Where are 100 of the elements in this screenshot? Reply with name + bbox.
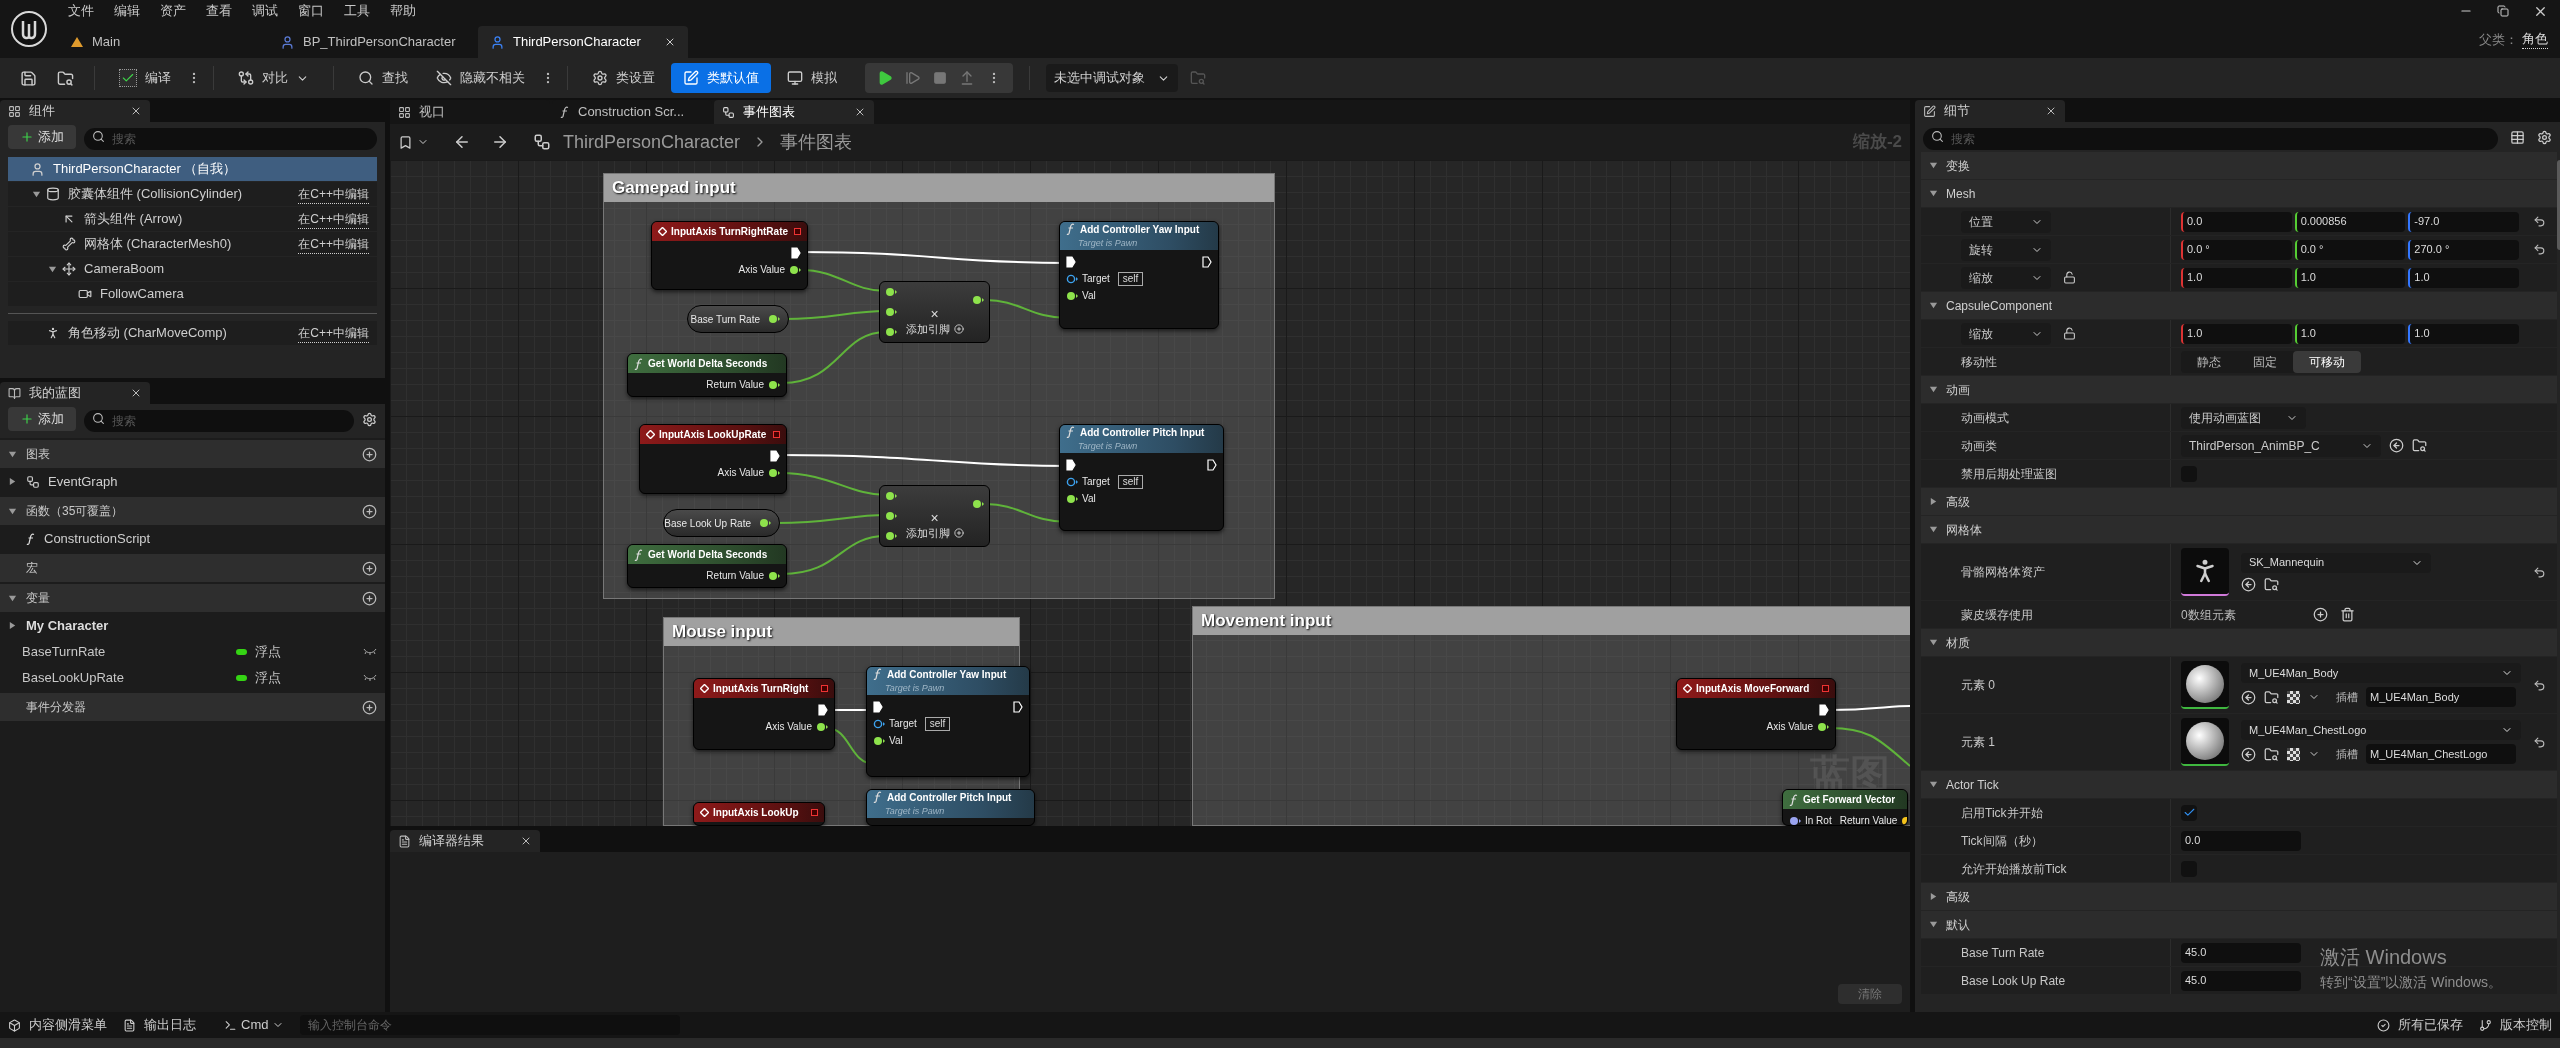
- delegate-pin-icon[interactable]: [794, 228, 801, 235]
- close-icon[interactable]: [854, 106, 866, 118]
- search-field[interactable]: 搜索: [84, 410, 354, 432]
- expanded-caret-icon[interactable]: [8, 449, 17, 459]
- browse-icon[interactable]: [2264, 746, 2279, 762]
- toolbar-button[interactable]: 查找: [346, 63, 420, 93]
- content-drawer-button[interactable]: 内容侧滑菜单: [8, 1015, 107, 1035]
- play-icon[interactable]: [877, 70, 893, 86]
- save-icon[interactable]: [20, 69, 37, 87]
- edit-in-cpp-link[interactable]: 在C++中编辑: [298, 184, 369, 204]
- component-row[interactable]: FollowCamera: [8, 282, 377, 306]
- expanded-caret-icon[interactable]: [1929, 189, 1938, 198]
- add-circle-icon[interactable]: [362, 503, 377, 519]
- expanded-caret-icon[interactable]: [8, 593, 17, 603]
- section-header[interactable]: 变量: [0, 584, 385, 612]
- exec-pin-connected-icon[interactable]: [770, 449, 780, 462]
- multiply-node[interactable]: × 添加引脚: [879, 281, 990, 343]
- category-header[interactable]: 高级: [1921, 488, 2557, 515]
- data-pin-icon[interactable]: [816, 721, 828, 732]
- reset-icon[interactable]: [2532, 243, 2546, 256]
- number-field[interactable]: 0.0: [2181, 211, 2292, 232]
- forward-icon[interactable]: [491, 133, 509, 151]
- variable-row[interactable]: BaseTurnRate 浮点: [0, 639, 385, 665]
- multiply-node[interactable]: × 添加引脚: [879, 485, 990, 547]
- mobility-option[interactable]: 可移动: [2293, 350, 2361, 373]
- edit-in-cpp-link[interactable]: 在C++中编辑: [298, 209, 369, 229]
- document-tab[interactable]: ThirdPersonCharacter: [478, 26, 688, 58]
- slot-field[interactable]: M_UE4Man_Body: [2366, 687, 2516, 707]
- browse-icon[interactable]: [2264, 689, 2279, 705]
- component-row[interactable]: 胶囊体组件 (CollisionCylinder) 在C++中编辑: [8, 182, 377, 206]
- transform-mode-dropdown[interactable]: 缩放: [1961, 266, 2051, 289]
- delegate-pin-icon[interactable]: [811, 809, 818, 816]
- breadcrumb-item[interactable]: 事件图表: [780, 128, 853, 156]
- use-selected-icon[interactable]: [2241, 746, 2256, 762]
- number-field[interactable]: 1.0: [2408, 323, 2519, 344]
- data-pin-icon[interactable]: [885, 287, 897, 297]
- data-pin-icon[interactable]: [1817, 721, 1829, 732]
- expanded-caret-icon[interactable]: [1929, 780, 1938, 789]
- panel-tab[interactable]: 组件: [0, 100, 150, 122]
- delegate-pin-icon[interactable]: [773, 431, 780, 438]
- number-field[interactable]: 0.000856: [2294, 211, 2406, 232]
- object-pin-icon[interactable]: [1066, 476, 1078, 487]
- browse-icon[interactable]: [2412, 438, 2427, 453]
- asset-dropdown[interactable]: M_UE4Man_Body: [2241, 663, 2521, 683]
- table-icon[interactable]: [2510, 129, 2525, 145]
- editor-tab[interactable]: 事件图表: [714, 100, 874, 124]
- material-thumbnail[interactable]: [2181, 718, 2229, 766]
- mobility-option[interactable]: 固定: [2237, 350, 2293, 373]
- toolbar-button[interactable]: 类默认值: [671, 63, 771, 93]
- source-control-button[interactable]: 版本控制: [2479, 1015, 2552, 1035]
- debug-target-dropdown[interactable]: 未选中调试对象: [1046, 64, 1178, 92]
- function-node[interactable]: Get Forward Vector In Rot Return Value: [1782, 789, 1908, 826]
- close-icon[interactable]: [664, 36, 676, 48]
- breadcrumb-item[interactable]: ThirdPersonCharacter: [563, 128, 741, 156]
- exec-pin-connected-icon[interactable]: [791, 246, 801, 259]
- reset-icon[interactable]: [2532, 735, 2546, 749]
- parent-class-link[interactable]: 角色: [2522, 28, 2548, 49]
- settings-icon[interactable]: [362, 411, 377, 427]
- data-pin-icon[interactable]: [789, 264, 801, 275]
- panel-tab[interactable]: 细节: [1915, 100, 2065, 122]
- category-header[interactable]: Actor Tick: [1921, 771, 2557, 798]
- add-element-icon[interactable]: [2313, 607, 2328, 622]
- category-header[interactable]: Mesh: [1921, 180, 2557, 207]
- add-circle-icon[interactable]: [362, 699, 377, 715]
- number-field[interactable]: 1.0: [2181, 267, 2292, 288]
- data-pin-icon[interactable]: [1066, 493, 1078, 504]
- section-header[interactable]: 事件分发器: [0, 693, 385, 721]
- component-row[interactable]: 箭头组件 (Arrow) 在C++中编辑: [8, 207, 377, 231]
- use-selected-icon[interactable]: [2389, 438, 2404, 453]
- object-pin-icon[interactable]: [1066, 273, 1078, 284]
- data-pin-icon[interactable]: [885, 307, 897, 317]
- asset-dropdown[interactable]: M_UE4Man_ChestLogo: [2241, 720, 2521, 740]
- section-header[interactable]: 函数（35可覆盖）: [0, 497, 385, 525]
- exec-pin-connected-icon[interactable]: [1066, 255, 1076, 268]
- menu-item[interactable]: 工具: [334, 1, 380, 21]
- add-button[interactable]: 添加: [8, 125, 76, 149]
- number-field[interactable]: 1.0: [2181, 323, 2292, 344]
- number-field[interactable]: 1.0: [2294, 267, 2406, 288]
- data-pin-icon[interactable]: [972, 295, 984, 305]
- expanded-caret-icon[interactable]: [1929, 638, 1938, 647]
- browse-icon[interactable]: [2264, 576, 2279, 592]
- data-pin-icon[interactable]: [768, 570, 780, 581]
- number-field[interactable]: 0.0 °: [2294, 239, 2406, 260]
- pin-value-field[interactable]: self: [1117, 271, 1144, 286]
- variable-row[interactable]: BaseLookUpRate 浮点: [0, 665, 385, 691]
- bookmark-icon[interactable]: [398, 134, 413, 150]
- exec-pin-connected-icon[interactable]: [1819, 703, 1829, 716]
- slot-field[interactable]: M_UE4Man_ChestLogo: [2366, 744, 2516, 764]
- variable-node[interactable]: Base Look Up Rate: [663, 509, 780, 537]
- step-icon[interactable]: [905, 70, 921, 86]
- console-input[interactable]: 输入控制台命令: [300, 1015, 681, 1035]
- search-field[interactable]: 搜索: [84, 128, 377, 150]
- close-icon[interactable]: [2045, 105, 2057, 117]
- cmd-dropdown[interactable]: Cmd: [224, 1015, 285, 1035]
- data-pin-icon[interactable]: [1789, 815, 1801, 825]
- number-field[interactable]: -97.0: [2408, 211, 2519, 232]
- component-row[interactable]: 角色移动 (CharMoveComp) 在C++中编辑: [8, 321, 377, 345]
- document-tab[interactable]: Main: [58, 26, 268, 58]
- pin-value-field[interactable]: self: [1117, 474, 1144, 489]
- category-header[interactable]: 默认: [1921, 911, 2557, 938]
